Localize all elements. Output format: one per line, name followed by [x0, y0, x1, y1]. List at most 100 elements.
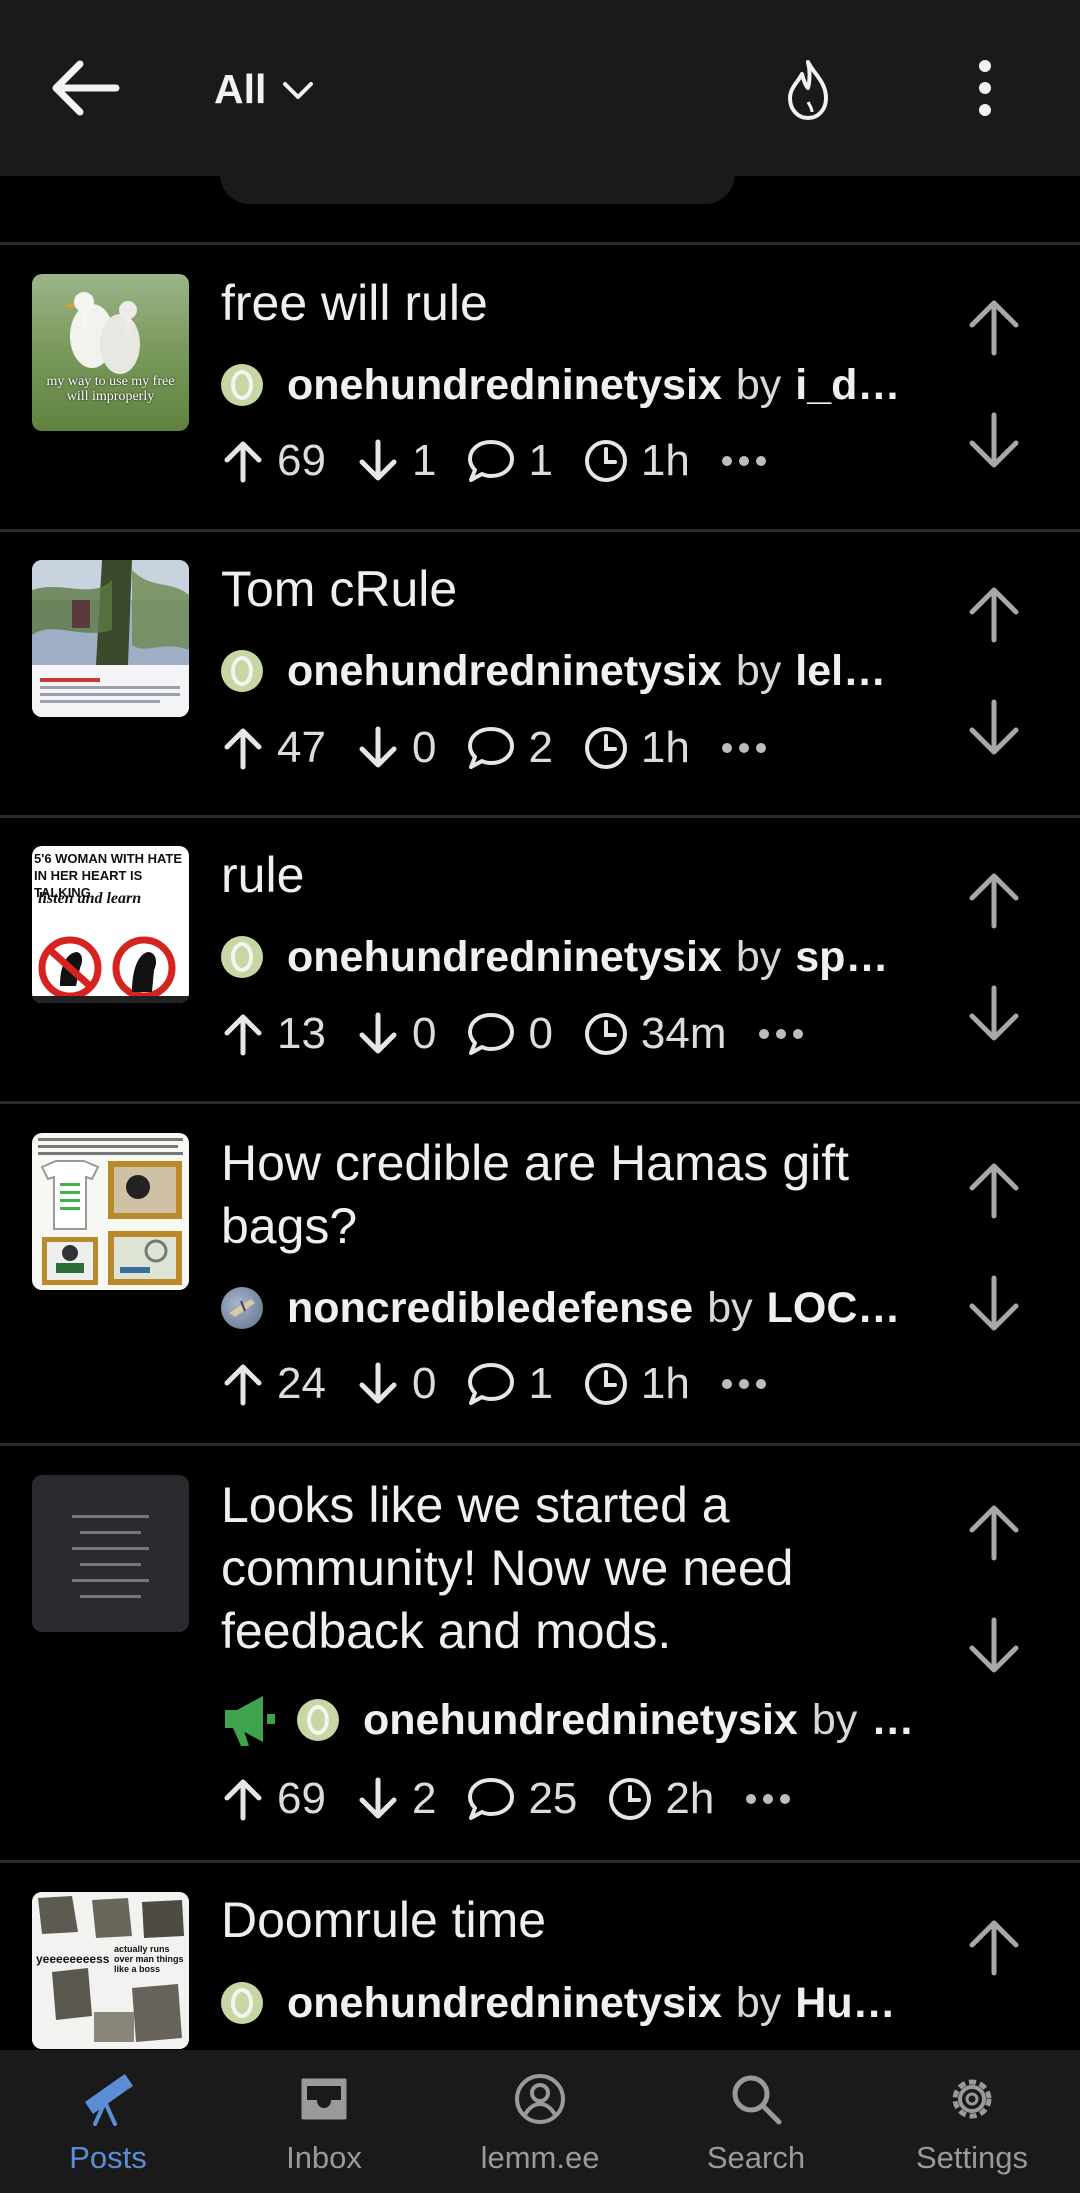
upvote-count: 13	[221, 1009, 326, 1059]
more-options-button[interactable]	[970, 58, 1000, 118]
thumbnail-caption: my way to use my free will improperly	[46, 374, 175, 404]
post-card[interactable]: Looks like we started a community! Now w…	[0, 1446, 1080, 1863]
downvote-count: 0	[356, 1359, 436, 1409]
post-thumbnail[interactable]: my way to use my free will improperly	[32, 274, 189, 431]
post-meta: noncredibledefense by LOC…	[221, 1280, 911, 1336]
community-name[interactable]: onehundredninetysix	[287, 933, 722, 982]
comment-count: 1	[466, 436, 553, 486]
sort-button[interactable]	[780, 58, 836, 122]
post-thumbnail[interactable]	[32, 560, 189, 717]
downvote-count: 2	[356, 1774, 436, 1824]
post-thumbnail[interactable]: yeeeeeeeess actually runs over man thing…	[32, 1892, 189, 2049]
telescope-icon	[85, 2074, 133, 2126]
community-name[interactable]: onehundredninetysix	[287, 647, 722, 696]
post-card[interactable]: my way to use my free will improperly fr…	[0, 245, 1080, 532]
upvote-button[interactable]	[964, 1917, 1024, 1977]
post-card[interactable]: 5'6 WOMAN WITH HATE IN HER HEART IS TALK…	[0, 818, 1080, 1104]
post-more-button[interactable]	[720, 741, 768, 755]
back-button[interactable]	[50, 58, 122, 118]
clock-icon	[584, 1363, 627, 1405]
feed-type-dropdown[interactable]: All	[214, 60, 314, 118]
nav-posts-label: Posts	[69, 2140, 147, 2175]
post-meta: onehundredninetysix by Hu…	[221, 1975, 911, 2031]
geese-image-icon	[64, 292, 140, 374]
arrow-up-icon	[224, 728, 262, 770]
post-thumbnail-text-post[interactable]	[32, 1475, 189, 1632]
upvote-button[interactable]	[964, 1502, 1024, 1562]
upvote-button[interactable]	[964, 1160, 1024, 1220]
downvote-button[interactable]	[964, 698, 1024, 758]
post-card[interactable]: Tom cRule onehundredninetysix by lelg… 4…	[0, 532, 1080, 818]
author-name[interactable]: lelg…	[795, 647, 911, 696]
comment-count: 0	[466, 1009, 553, 1059]
dots-horizontal-icon	[721, 1379, 766, 1389]
nav-inbox-label: Inbox	[286, 2140, 362, 2175]
nav-inbox[interactable]: Inbox	[216, 2050, 432, 2193]
post-title[interactable]: rule	[221, 844, 911, 907]
chevron-down-icon	[283, 82, 314, 99]
upvote-count: 24	[221, 1359, 326, 1409]
upvote-count: 69	[221, 1774, 326, 1824]
comment-count: 25	[466, 1774, 577, 1824]
no-speaking-sign-icon	[32, 936, 189, 1003]
community-name[interactable]: onehundredninetysix	[287, 1979, 722, 2028]
nav-settings[interactable]: Settings	[864, 2050, 1080, 2193]
nav-search[interactable]: Search	[648, 2050, 864, 2193]
community-name[interactable]: noncredibledefense	[287, 1284, 693, 1333]
search-icon	[732, 2075, 782, 2125]
upvote-button[interactable]	[964, 297, 1024, 357]
text-lines-icon	[72, 1515, 149, 1598]
arrow-down-icon	[359, 439, 397, 481]
comment-count: 1	[466, 1359, 553, 1409]
post-age: 2h	[607, 1774, 714, 1824]
thumbnail-caption: yeeeeeeeess	[36, 1952, 110, 1966]
post-card[interactable]: How credible are Hamas gift bags? noncre…	[0, 1104, 1080, 1446]
downvote-button[interactable]	[964, 984, 1024, 1044]
account-circle-icon	[515, 2074, 565, 2124]
community-name[interactable]: onehundredninetysix	[363, 1696, 798, 1745]
nav-search-label: Search	[706, 2140, 806, 2175]
post-more-button[interactable]	[720, 1377, 768, 1391]
arrow-up-icon	[224, 441, 262, 483]
dots-horizontal-icon	[758, 1029, 803, 1039]
post-title[interactable]: Doomrule time	[221, 1889, 911, 1952]
author-name[interactable]: spu…	[795, 933, 911, 982]
nav-account[interactable]: lemm.ee	[432, 2050, 648, 2193]
upvote-button[interactable]	[964, 584, 1024, 644]
author-name[interactable]: LOC…	[767, 1284, 901, 1333]
post-title[interactable]: free will rule	[221, 272, 911, 335]
upvote-button[interactable]	[964, 870, 1024, 930]
nav-settings-label: Settings	[915, 2140, 1028, 2175]
flame-icon	[788, 60, 828, 120]
nav-posts[interactable]: Posts	[0, 2050, 216, 2193]
dots-horizontal-icon	[721, 456, 766, 466]
arrow-up-icon	[224, 1014, 262, 1056]
community-icon	[221, 936, 263, 978]
post-more-button[interactable]	[720, 454, 768, 468]
comment-bubble-icon	[468, 1363, 515, 1405]
post-thumbnail[interactable]	[32, 1133, 189, 1290]
downvote-button[interactable]	[964, 1274, 1024, 1334]
post-title[interactable]: How credible are Hamas gift bags?	[221, 1132, 911, 1258]
upvote-count: 69	[221, 436, 326, 486]
by-label: by	[735, 646, 782, 695]
downvote-button[interactable]	[964, 1616, 1024, 1676]
post-age: 1h	[583, 723, 690, 773]
author-name[interactable]: Hu…	[795, 1979, 895, 2028]
downvote-count: 1	[356, 436, 436, 486]
thumbnail-caption: actually runs over man things like a bos…	[114, 1944, 184, 1974]
post-more-button[interactable]	[744, 1792, 792, 1806]
community-name[interactable]: onehundredninetysix	[287, 361, 722, 410]
post-meta: onehundredninetysix by lelg…	[221, 643, 911, 699]
post-title[interactable]: Tom cRule	[221, 558, 911, 621]
downvote-button[interactable]	[964, 411, 1024, 471]
top-app-bar: All	[0, 0, 1080, 176]
author-name[interactable]: …	[871, 1696, 911, 1745]
post-more-button[interactable]	[757, 1027, 805, 1041]
author-name[interactable]: i_d…	[795, 361, 900, 410]
community-icon	[221, 364, 263, 406]
post-thumbnail[interactable]: 5'6 WOMAN WITH HATE IN HER HEART IS TALK…	[32, 846, 189, 1003]
post-title[interactable]: Looks like we started a community! Now w…	[221, 1474, 911, 1663]
by-label: by	[707, 1283, 753, 1332]
post-age: 34m	[583, 1009, 727, 1059]
